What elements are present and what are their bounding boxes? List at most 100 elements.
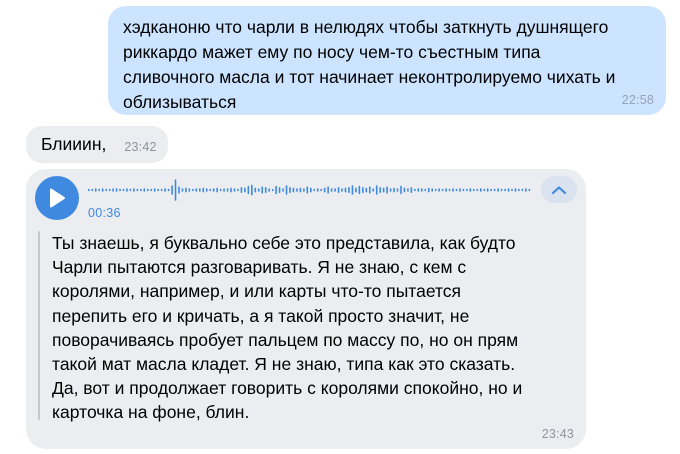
waveform-bar	[202, 187, 205, 193]
waveform-bar	[230, 187, 232, 193]
waveform-bar	[511, 188, 513, 192]
waveform-bar	[178, 186, 180, 194]
waveform-bar	[417, 188, 420, 192]
voice-transcript: Ты знаешь, я буквально себе это представ…	[52, 233, 523, 423]
waveform-bar	[164, 188, 166, 192]
waveform-bar	[441, 188, 444, 192]
waveform-bar	[316, 188, 319, 192]
waveform-bar	[323, 187, 326, 193]
waveform-bar	[466, 188, 468, 192]
waveform-bar	[375, 185, 378, 195]
waveform-bar	[115, 188, 118, 192]
outgoing-message[interactable]: хэдканоню что чарли в нелюдях чтобы затк…	[108, 6, 666, 115]
waveform-bar	[421, 188, 423, 192]
message-time: 23:43	[541, 427, 574, 441]
waveform-bar	[393, 187, 395, 193]
waveform-bar	[407, 188, 409, 192]
waveform-bar	[341, 188, 343, 192]
waveform-bar	[150, 188, 153, 192]
waveform-bar	[337, 187, 340, 193]
waveform-bar	[348, 187, 350, 193]
waveform-bar	[351, 185, 354, 195]
waveform-bar	[434, 188, 437, 192]
waveform-bar	[216, 187, 218, 193]
waveform-bar	[521, 188, 524, 192]
waveform-bar	[94, 188, 97, 192]
waveform-bar	[271, 188, 274, 192]
waveform-bar	[237, 188, 239, 192]
waveform-bar	[174, 179, 177, 201]
waveform-bar	[133, 188, 135, 192]
transcript-divider	[38, 231, 40, 420]
waveform-bar	[105, 188, 107, 192]
waveform-bar	[306, 186, 309, 194]
waveform-bar	[424, 188, 427, 192]
message-time: 23:42	[124, 139, 157, 154]
waveform-bar	[400, 185, 402, 195]
waveform-bar	[431, 188, 434, 192]
waveform-bar	[362, 187, 364, 193]
waveform-bar	[244, 187, 246, 193]
waveform-bar	[427, 187, 430, 193]
waveform-bar	[414, 188, 416, 192]
waveform-bar	[462, 188, 465, 192]
waveform-bar	[289, 187, 291, 193]
waveform-bar	[226, 188, 229, 192]
voice-duration: 00:36	[88, 206, 121, 220]
play-button[interactable]	[35, 176, 79, 220]
waveform-bar	[507, 188, 510, 192]
message-text: хэдканоню что чарли в нелюдях чтобы затк…	[123, 17, 616, 112]
waveform-bar	[126, 188, 128, 192]
waveform-bar	[292, 187, 295, 193]
waveform-bar	[382, 187, 385, 193]
waveform-bar	[525, 188, 527, 192]
waveform-bar	[143, 188, 146, 192]
waveform-bar	[504, 188, 506, 192]
waveform-bar	[313, 188, 316, 192]
waveform-bar	[282, 188, 284, 192]
waveform-bar	[410, 187, 413, 193]
voice-waveform[interactable]	[88, 177, 532, 203]
waveform-bar	[327, 186, 329, 194]
waveform-bar	[192, 188, 194, 192]
waveform-bar	[261, 186, 264, 194]
waveform-bar	[88, 188, 90, 192]
waveform-bar	[469, 188, 472, 192]
waveform-bar	[344, 187, 347, 193]
voice-message[interactable]: 00:36 Ты знаешь, я буквально себе это пр…	[26, 169, 586, 449]
waveform-bar	[403, 187, 406, 193]
waveform-bar	[181, 188, 184, 192]
waveform-bar	[91, 188, 94, 192]
waveform-bar	[490, 188, 492, 192]
waveform-bar	[268, 188, 270, 192]
message-time: 22:58	[621, 93, 654, 107]
waveform-bar	[278, 187, 281, 193]
waveform-bar	[247, 185, 250, 195]
waveform-bar	[98, 188, 101, 192]
waveform-bar	[136, 188, 139, 192]
waveform-bar	[296, 188, 298, 192]
waveform-bar	[459, 188, 461, 192]
waveform-bar	[330, 188, 333, 192]
waveform-bar	[212, 188, 215, 192]
waveform-bar	[160, 188, 163, 192]
waveform-bar	[320, 188, 323, 192]
waveform-bar	[479, 188, 482, 192]
waveform-bar	[199, 188, 201, 192]
waveform-bar	[185, 187, 187, 193]
waveform-bar	[129, 188, 132, 192]
waveform-bar	[445, 188, 447, 192]
waveform-bar	[514, 188, 517, 192]
waveform-bar	[146, 188, 149, 192]
collapse-transcript-button[interactable]	[541, 176, 577, 203]
waveform-bar	[483, 188, 486, 192]
waveform-bar	[101, 188, 104, 192]
waveform-bar	[493, 188, 496, 192]
waveform-bar	[251, 184, 253, 196]
incoming-message[interactable]: Блииин, 23:42	[26, 126, 168, 163]
waveform-bar	[452, 188, 454, 192]
waveform-bar	[157, 188, 159, 192]
waveform-bar	[372, 188, 375, 192]
waveform-bar	[171, 185, 173, 195]
waveform-bar	[275, 185, 277, 195]
